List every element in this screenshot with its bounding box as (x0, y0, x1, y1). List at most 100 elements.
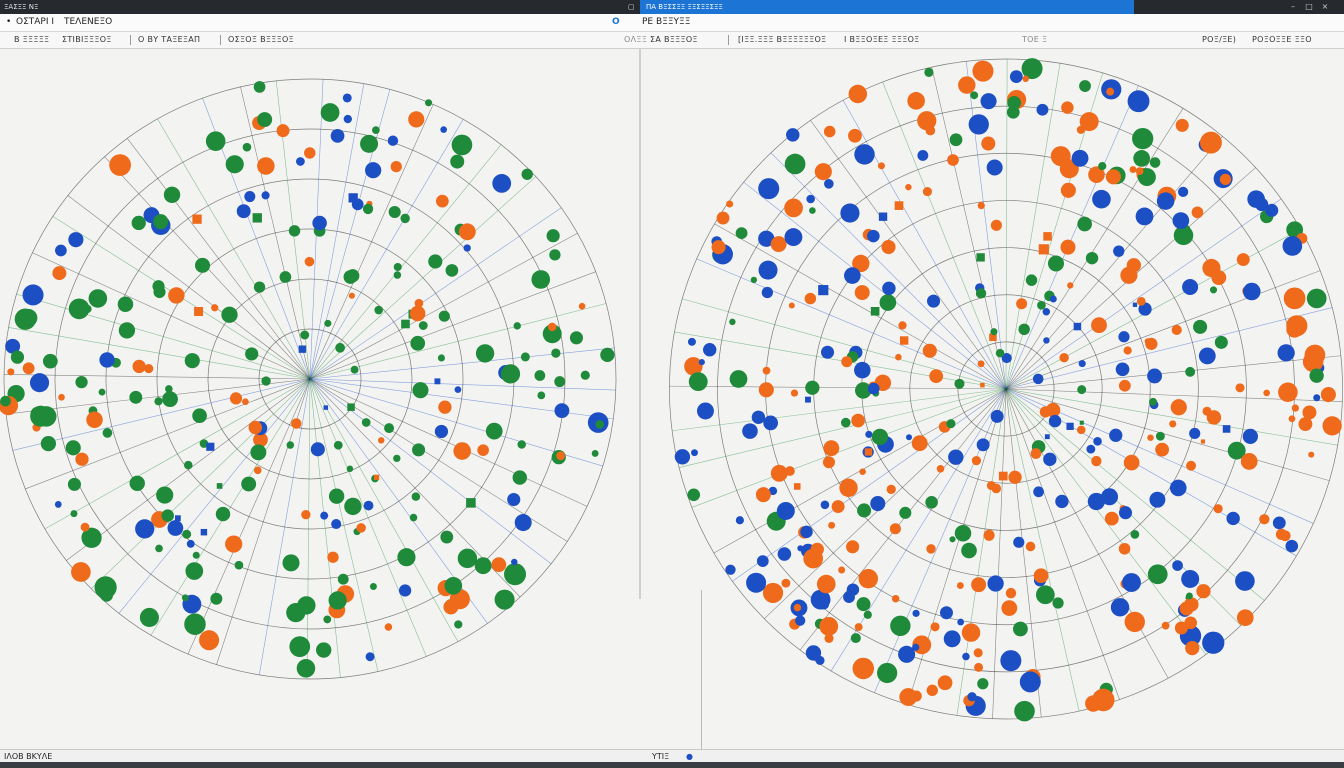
green-node[interactable] (346, 269, 360, 283)
blue-node[interactable] (906, 434, 913, 441)
blue-node[interactable] (698, 359, 705, 366)
orange-node[interactable] (1123, 454, 1140, 471)
maximize-icon[interactable]: □ (1304, 2, 1314, 12)
orange-node[interactable] (1219, 173, 1232, 186)
orange-node[interactable] (1179, 601, 1194, 616)
orange-node[interactable] (839, 478, 858, 498)
blue-node[interactable] (725, 564, 736, 575)
green-node[interactable] (253, 81, 266, 93)
green-node[interactable] (1149, 397, 1157, 406)
green-node[interactable] (131, 215, 146, 231)
orange-node[interactable] (1304, 344, 1326, 366)
green-square-node[interactable] (870, 307, 880, 316)
orange-node[interactable] (1030, 448, 1042, 459)
green-node[interactable] (400, 213, 410, 224)
orange-node[interactable] (1322, 416, 1342, 436)
blue-node[interactable] (1000, 650, 1022, 672)
orange-node[interactable] (899, 688, 918, 706)
blue-square-node[interactable] (818, 285, 829, 296)
green-node[interactable] (67, 477, 81, 491)
orange-node[interactable] (1288, 415, 1296, 423)
blue-node[interactable] (1182, 278, 1199, 296)
green-node[interactable] (337, 573, 349, 585)
orange-node[interactable] (1001, 600, 1018, 616)
blue-node[interactable] (1255, 197, 1269, 212)
toolbar-item-right-7[interactable]: ΡΟΞΟΞΞΕ ΞΞΟ (1252, 35, 1312, 44)
green-node[interactable] (155, 544, 163, 553)
orange-node[interactable] (80, 522, 90, 532)
green-node[interactable] (809, 207, 816, 214)
green-node[interactable] (0, 395, 11, 407)
green-node[interactable] (282, 554, 300, 572)
orange-node[interactable] (781, 578, 791, 588)
blue-node[interactable] (697, 402, 714, 420)
orange-node[interactable] (971, 455, 982, 466)
orange-node[interactable] (1206, 410, 1222, 425)
blue-node[interactable] (1178, 186, 1189, 197)
green-node[interactable] (360, 134, 379, 153)
blue-node[interactable] (22, 284, 44, 306)
green-node[interactable] (533, 270, 550, 287)
blue-node[interactable] (777, 547, 792, 561)
blue-node[interactable] (1113, 245, 1125, 257)
blue-square-node[interactable] (1044, 434, 1050, 440)
orange-node[interactable] (1291, 404, 1299, 412)
blue-node[interactable] (1149, 491, 1166, 508)
green-square-node[interactable] (347, 403, 355, 411)
orange-node[interactable] (793, 603, 802, 612)
blue-node[interactable] (1042, 308, 1051, 316)
orange-node[interactable] (1279, 530, 1291, 542)
blue-node[interactable] (840, 203, 860, 223)
blue-node[interactable] (943, 630, 961, 648)
green-node[interactable] (687, 488, 701, 502)
orange-node[interactable] (895, 353, 902, 361)
orange-node[interactable] (770, 236, 787, 253)
green-square-node[interactable] (1079, 420, 1084, 425)
green-node[interactable] (117, 296, 134, 313)
green-node[interactable] (393, 454, 401, 463)
green-node[interactable] (1147, 564, 1168, 585)
orange-square-node[interactable] (894, 201, 904, 210)
orange-node[interactable] (758, 382, 774, 398)
blue-node[interactable] (1110, 598, 1130, 617)
green-node[interactable] (118, 322, 136, 339)
green-node[interactable] (949, 133, 963, 147)
blue-node[interactable] (365, 162, 382, 179)
orange-node[interactable] (1236, 253, 1250, 267)
blue-node[interactable] (554, 403, 570, 419)
green-node[interactable] (512, 470, 527, 485)
orange-node[interactable] (1005, 587, 1017, 599)
blue-square-node[interactable] (323, 405, 329, 410)
green-node[interactable] (970, 91, 979, 100)
orange-node[interactable] (1240, 453, 1258, 470)
blue-node[interactable] (990, 409, 1004, 423)
toolbar-item-left-4[interactable]: ΟΣΞΟΞ ΒΞΞΞΟΞ (228, 35, 294, 44)
blue-node[interactable] (784, 228, 803, 247)
green-node[interactable] (444, 576, 463, 595)
green-node[interactable] (323, 615, 332, 624)
blue-node[interactable] (691, 449, 698, 457)
orange-node[interactable] (1185, 641, 1200, 656)
green-node[interactable] (316, 642, 332, 658)
blue-node[interactable] (331, 518, 342, 530)
green-node[interactable] (333, 440, 343, 450)
green-node[interactable] (485, 422, 503, 440)
blue-node[interactable] (976, 438, 990, 452)
green-node[interactable] (1037, 300, 1046, 310)
orange-node[interactable] (1286, 321, 1303, 338)
green-node[interactable] (129, 390, 143, 404)
orange-node[interactable] (1104, 511, 1119, 526)
blue-node[interactable] (1013, 536, 1025, 548)
orange-node[interactable] (384, 623, 393, 631)
blue-node[interactable] (806, 194, 815, 204)
orange-node[interactable] (390, 160, 402, 173)
blue-node[interactable] (751, 410, 766, 424)
orange-node[interactable] (881, 239, 896, 255)
orange-node[interactable] (711, 240, 726, 255)
green-node[interactable] (221, 306, 238, 323)
green-node[interactable] (520, 352, 530, 362)
green-node[interactable] (397, 548, 416, 567)
orange-node[interactable] (199, 630, 220, 651)
orange-node[interactable] (132, 359, 146, 374)
blue-node[interactable] (980, 93, 997, 110)
